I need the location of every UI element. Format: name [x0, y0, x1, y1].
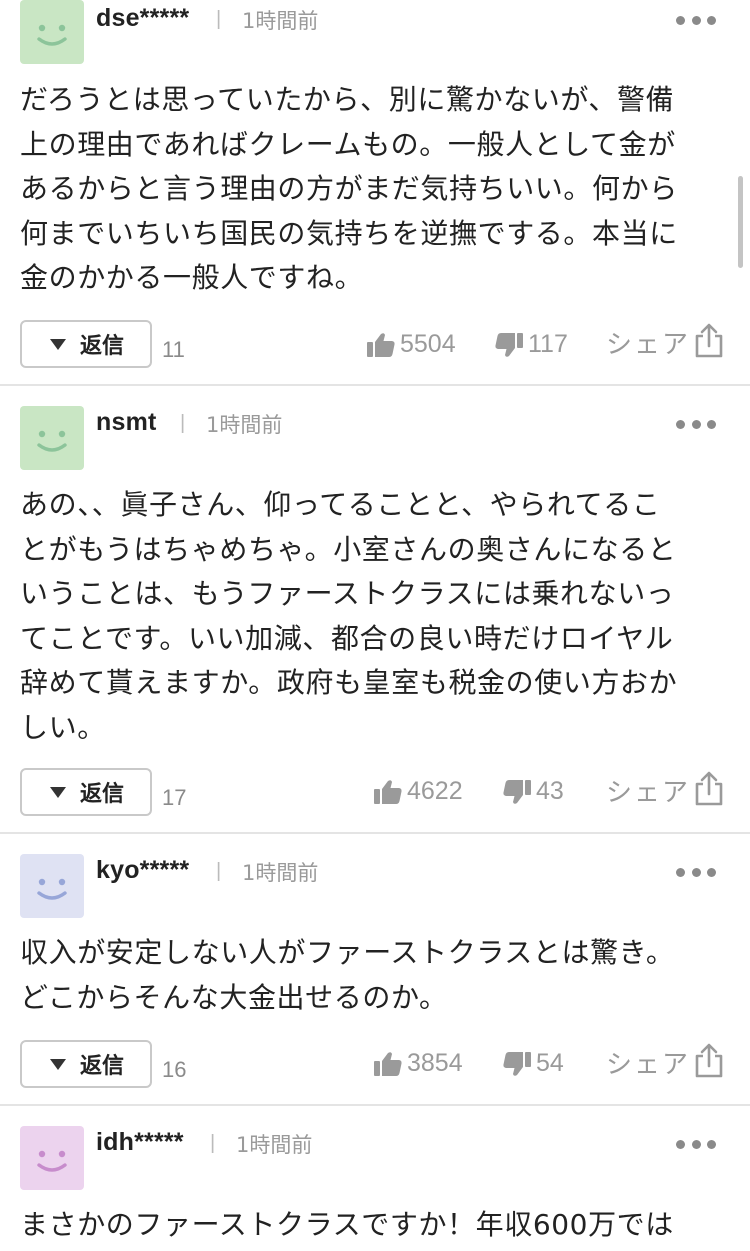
share-icon: [690, 322, 724, 362]
more-dots-icon[interactable]: [676, 14, 716, 26]
comment-card: dse***** | 1時間前 だろうとは思っていたから、別に驚かないが、警備 …: [0, 0, 750, 384]
comment-body: 収入が安定しない人がファーストクラスとは驚き。 どこからそんな大金出せるのか。: [20, 931, 720, 1020]
timestamp: 1時間前: [242, 861, 319, 885]
comment-body: あの、、眞子さん、仰ってることと、やられてるこ とがもうはちゃめちゃ。小室さんの…: [20, 483, 720, 750]
like-button[interactable]: 3854: [373, 1049, 463, 1078]
share-icon: [690, 1042, 724, 1082]
avatar[interactable]: [20, 406, 84, 470]
comment-line: 辞めて貰えますか。政府も皇室も税金の使い方おか: [20, 666, 678, 699]
thumbs-up-icon: [373, 1051, 403, 1077]
comment-line: どこからそんな大金出せるのか。: [20, 980, 448, 1014]
share-button[interactable]: シェア: [606, 322, 724, 362]
more-dots-icon[interactable]: [676, 418, 716, 430]
comment-line: しい。: [20, 710, 106, 744]
comment-body: だろうとは思っていたから、別に驚かないが、警備 上の理由であればクレームもの。一…: [20, 78, 720, 301]
separator: |: [216, 860, 222, 882]
reply-label: 返信: [80, 334, 125, 359]
avatar[interactable]: [20, 854, 84, 918]
reply-label: 返信: [80, 782, 125, 807]
smiley-face-icon: [37, 878, 67, 900]
username[interactable]: dse*****: [96, 4, 189, 33]
reply-count: 16: [162, 1057, 187, 1082]
like-button[interactable]: 5504: [366, 330, 456, 359]
comment-card: nsmt | 1時間前 あの、、眞子さん、仰ってることと、やられてるこ とがもう…: [0, 386, 750, 832]
timestamp: 1時間前: [206, 413, 283, 437]
smiley-face-icon: [37, 430, 67, 452]
share-label: シェア: [606, 329, 691, 360]
username[interactable]: nsmt: [96, 408, 157, 437]
dislike-button[interactable]: 43: [502, 777, 564, 806]
more-dots-icon[interactable]: [676, 866, 716, 878]
comment-line: だろうとは思っていたから、別に驚かないが、警備: [20, 83, 675, 116]
share-button[interactable]: シェア: [606, 1042, 724, 1082]
separator: |: [216, 8, 222, 30]
comment-line: 収入が安定しない人がファーストクラスとは驚き。: [20, 936, 675, 969]
share-icon: [690, 770, 724, 810]
share-label: シェア: [606, 777, 691, 808]
like-count: 4622: [407, 777, 463, 805]
like-button[interactable]: 4622: [373, 777, 463, 806]
like-count: 3854: [407, 1049, 463, 1077]
comment-line: とがもうはちゃめちゃ。小室さんの奥さんになると: [20, 532, 677, 566]
username[interactable]: idh*****: [96, 1128, 184, 1157]
comment-line: まさかのファーストクラスですか！年収600万では: [20, 1208, 674, 1241]
comment-body: まさかのファーストクラスですか！年収600万では: [20, 1203, 720, 1248]
reply-count: 11: [162, 337, 185, 362]
reply-button[interactable]: 返信: [20, 1040, 152, 1088]
comment-line: てことです。いい加減、都合の良い時だけロイヤル: [20, 621, 674, 655]
avatar[interactable]: [20, 0, 84, 64]
reply-count: 17: [162, 785, 187, 810]
dislike-count: 43: [536, 777, 564, 805]
thumbs-up-icon: [373, 779, 403, 805]
comment-line: いうことは、もうファーストクラスには乗れないっ: [20, 577, 675, 610]
comment-card: idh***** | 1時間前 まさかのファーストクラスですか！年収600万では: [0, 1106, 750, 1251]
avatar[interactable]: [20, 1126, 84, 1190]
timestamp: 1時間前: [242, 9, 319, 33]
more-dots-icon[interactable]: [676, 1138, 716, 1150]
separator: |: [210, 1132, 216, 1154]
reply-button[interactable]: 返信: [20, 320, 152, 368]
thumbs-down-icon: [502, 779, 532, 805]
comment-line: 金のかかる一般人ですね。: [20, 261, 364, 294]
timestamp: 1時間前: [236, 1133, 313, 1157]
username[interactable]: kyo*****: [96, 856, 189, 885]
triangle-down-icon: [50, 786, 66, 798]
share-button[interactable]: シェア: [606, 770, 724, 810]
dislike-button[interactable]: 54: [502, 1049, 564, 1078]
thumbs-down-icon: [494, 332, 524, 358]
comment-line: あの、、眞子さん、仰ってることと、やられてるこ: [20, 488, 661, 521]
reply-label: 返信: [80, 1054, 125, 1079]
scrollbar[interactable]: [738, 176, 743, 268]
like-count: 5504: [400, 330, 456, 358]
share-label: シェア: [606, 1049, 691, 1080]
triangle-down-icon: [50, 1058, 66, 1070]
comment-line: 何までいちいち国民の気持ちを逆撫でする。本当に: [20, 216, 678, 250]
separator: |: [180, 412, 186, 434]
thumbs-down-icon: [502, 1051, 532, 1077]
dislike-count: 117: [528, 330, 568, 358]
reply-button[interactable]: 返信: [20, 768, 152, 816]
dislike-count: 54: [536, 1049, 564, 1077]
smiley-face-icon: [37, 24, 67, 46]
comment-line: あるからと言う理由の方がまだ気持ちいい。何から: [20, 172, 678, 205]
triangle-down-icon: [50, 338, 66, 350]
comment-line: 上の理由であればクレームもの。一般人として金が: [20, 127, 676, 161]
smiley-face-icon: [37, 1150, 67, 1172]
thumbs-up-icon: [366, 332, 396, 358]
comment-card: kyo***** | 1時間前 収入が安定しない人がファーストクラスとは驚き。 …: [0, 834, 750, 1104]
dislike-button[interactable]: 117: [494, 330, 568, 359]
